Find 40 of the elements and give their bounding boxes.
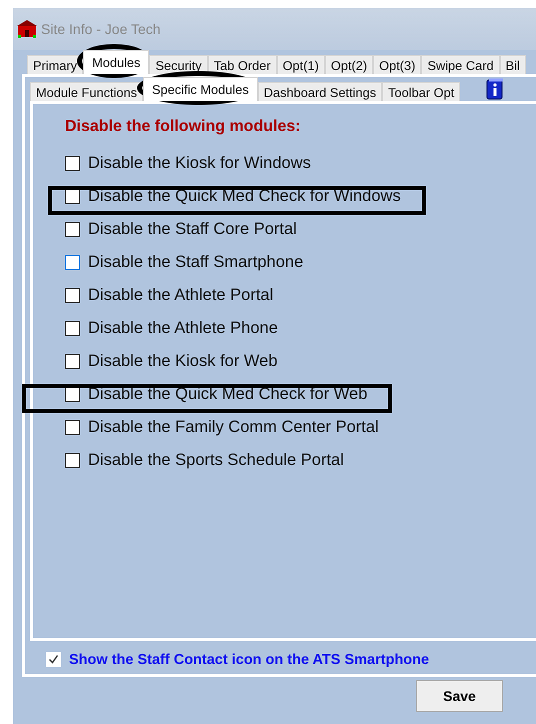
tab[interactable]: Tab Order xyxy=(208,55,277,74)
checkbox-label: Disable the Family Comm Center Portal xyxy=(88,418,379,437)
checkbox[interactable] xyxy=(65,288,80,303)
checkbox[interactable] xyxy=(65,321,80,336)
section-heading: Disable the following modules: xyxy=(65,118,302,136)
window-title: Site Info - Joe Tech xyxy=(41,21,161,37)
tab[interactable]: Swipe Card xyxy=(421,55,500,74)
checkbox-label: Disable the Athlete Phone xyxy=(88,319,278,338)
tab[interactable]: Opt(1) xyxy=(276,55,325,74)
checkbox[interactable] xyxy=(65,387,80,402)
tab[interactable]: Dashboard Settings xyxy=(258,82,382,101)
tab[interactable]: Opt(3) xyxy=(373,55,422,74)
checkbox[interactable] xyxy=(65,156,80,171)
checkbox-label: Disable the Staff Smartphone xyxy=(88,253,304,272)
checkbox[interactable] xyxy=(65,222,80,237)
school-icon xyxy=(17,20,37,38)
checkbox[interactable] xyxy=(65,354,80,369)
checkbox[interactable] xyxy=(46,652,61,667)
tab[interactable]: Security xyxy=(149,55,208,74)
checkbox-label: Disable the Kiosk for Web xyxy=(88,352,278,371)
checkbox-label: Disable the Quick Med Check for Web xyxy=(88,385,368,404)
checkbox-label: Disable the Staff Core Portal xyxy=(88,220,297,239)
save-button[interactable]: Save xyxy=(416,680,503,712)
tab[interactable]: Opt(2) xyxy=(324,55,374,74)
checkbox-label: Disable the Athlete Portal xyxy=(88,286,274,305)
tab[interactable]: Specific Modules xyxy=(143,77,258,101)
tab[interactable]: Primary xyxy=(27,55,84,74)
tab[interactable]: Modules xyxy=(83,50,150,74)
tab[interactable]: Bil xyxy=(500,55,526,74)
tab[interactable]: Module Functions xyxy=(30,82,144,101)
checkbox-label: Disable the Sports Schedule Portal xyxy=(88,451,344,470)
checkbox[interactable] xyxy=(65,255,80,270)
tab[interactable]: Toolbar Opt xyxy=(382,82,460,101)
checkbox-label: Disable the Kiosk for Windows xyxy=(88,154,311,173)
checkbox-label: Disable the Quick Med Check for Windows xyxy=(88,187,401,206)
checkbox-label: Show the Staff Contact icon on the ATS Smartphone xyxy=(69,652,430,668)
checkbox[interactable] xyxy=(65,453,80,468)
info-book-icon[interactable] xyxy=(486,78,504,100)
checkbox[interactable] xyxy=(65,420,80,435)
checkbox[interactable] xyxy=(65,189,80,204)
